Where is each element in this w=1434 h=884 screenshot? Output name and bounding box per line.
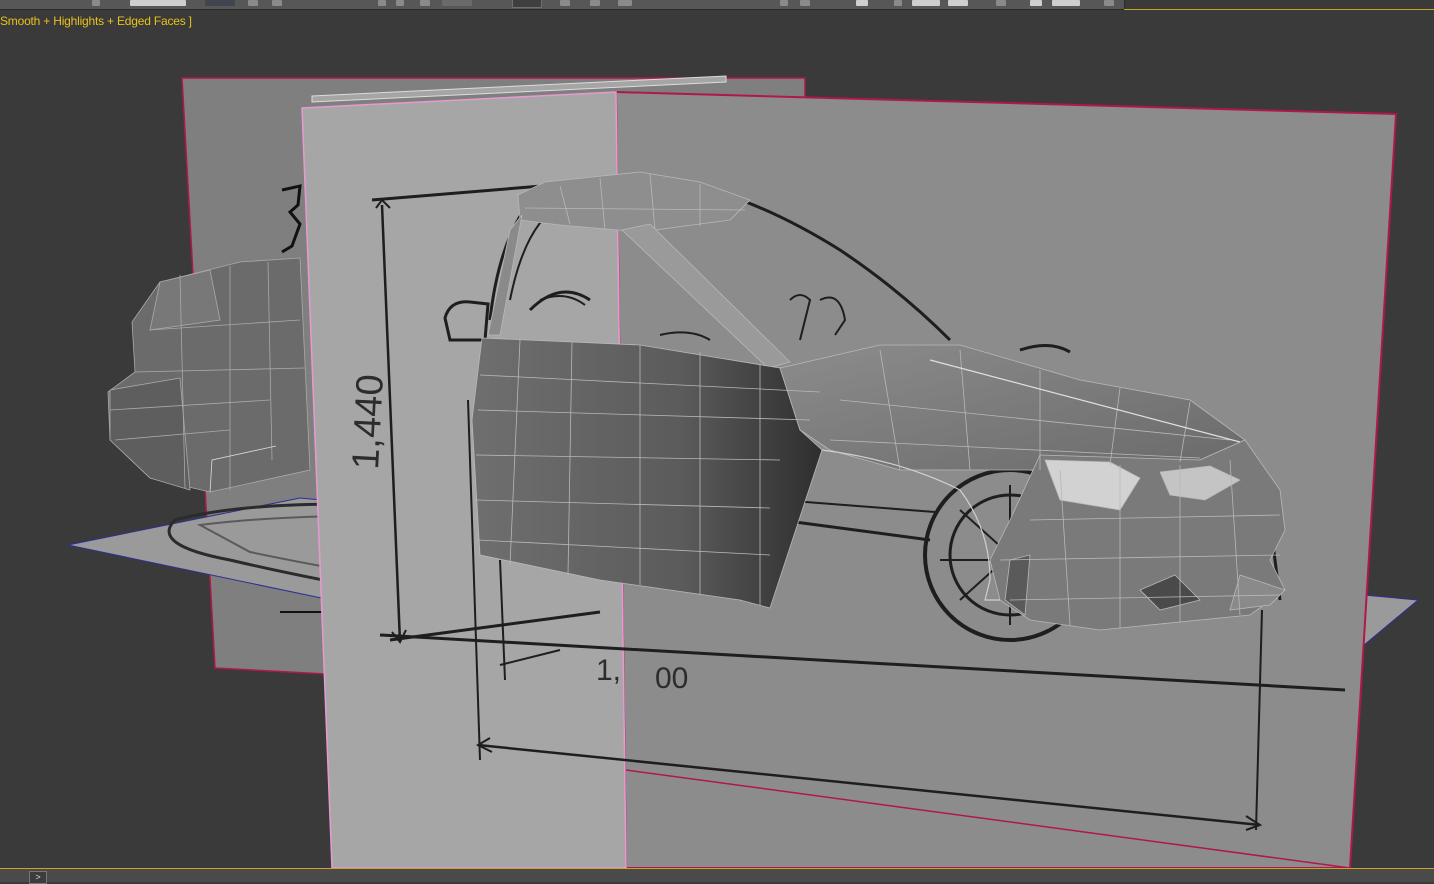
align-icon[interactable] (590, 0, 600, 6)
select-object-icon[interactable] (205, 0, 235, 6)
spinner-field[interactable] (512, 0, 542, 8)
layer-icon[interactable] (618, 0, 632, 6)
snap-icon[interactable] (420, 0, 430, 6)
reference-coordinate-dropdown[interactable] (442, 0, 472, 6)
dimension-bottom-fragment-2: 00 (655, 662, 688, 695)
scale-icon[interactable] (396, 0, 404, 6)
render-preset-icon[interactable] (1052, 0, 1080, 6)
undo-icon[interactable] (92, 0, 100, 6)
render-icon[interactable] (948, 0, 968, 6)
material-editor-icon[interactable] (856, 0, 868, 6)
status-bar: > (0, 868, 1434, 884)
main-toolbar (0, 0, 1125, 10)
curve-editor-icon[interactable] (780, 0, 788, 6)
viewport-shading-label[interactable]: Smooth + Highlights + Edged Faces ] (0, 14, 192, 28)
perspective-viewport[interactable]: 1,440 1, 00 (0, 30, 1434, 868)
rotate-icon[interactable] (378, 0, 386, 6)
viewport-frame-top (1124, 0, 1434, 10)
rear-body-mesh[interactable] (107, 257, 311, 493)
move-icon[interactable] (272, 0, 282, 6)
dimension-bottom-fragment-1: 1, (596, 654, 621, 687)
overflow-icon[interactable] (1104, 0, 1114, 6)
dimension-height-label: 1,440 (345, 373, 392, 470)
expand-arrow-button[interactable]: > (29, 871, 47, 884)
mirror-icon[interactable] (560, 0, 570, 6)
selection-filter-icon[interactable] (130, 0, 186, 6)
select-by-name-icon[interactable] (248, 0, 258, 6)
active-shade-icon[interactable] (1030, 0, 1042, 6)
environment-icon[interactable] (996, 0, 1006, 6)
schematic-view-icon[interactable] (800, 0, 810, 6)
render-setup-icon[interactable] (894, 0, 902, 6)
render-frame-icon[interactable] (912, 0, 940, 6)
